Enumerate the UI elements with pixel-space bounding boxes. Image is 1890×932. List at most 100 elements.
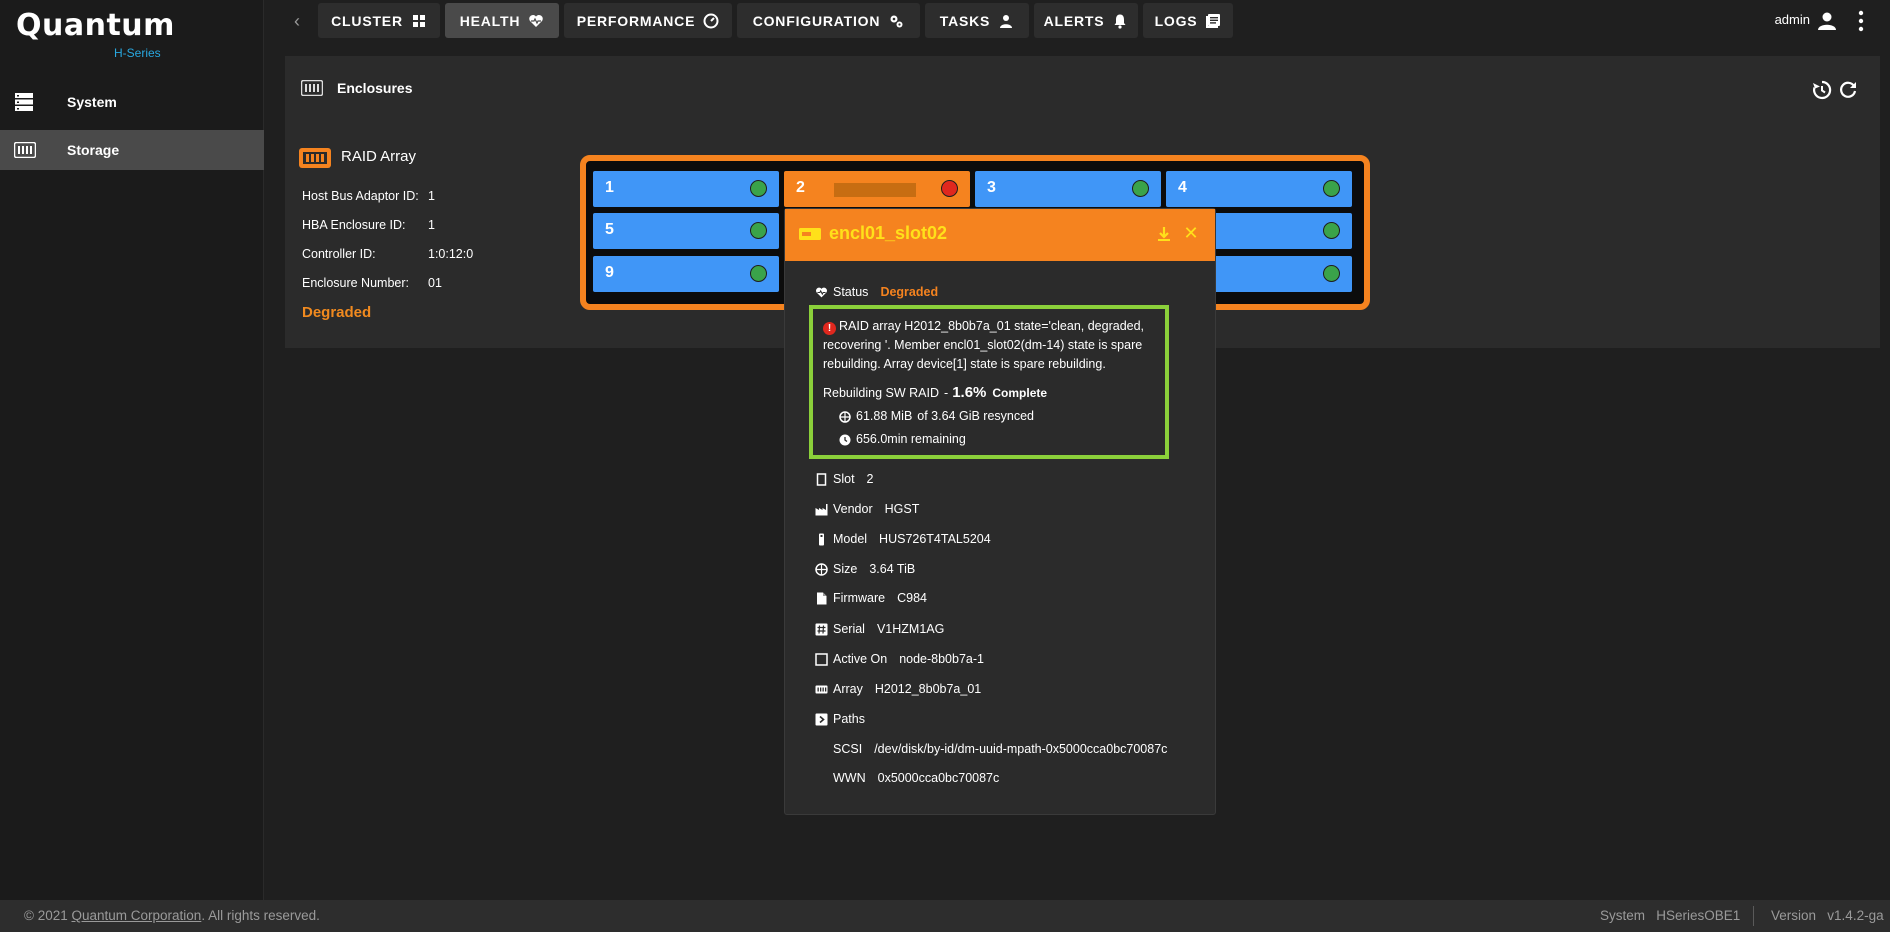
sidebar-item-label: System: [67, 94, 117, 110]
tab-configuration[interactable]: CONFIGURATION: [737, 3, 920, 38]
tab-label: LOGS: [1154, 12, 1198, 29]
cluster-icon: [412, 14, 425, 27]
version-info: Version v1.4.2-ga: [1771, 908, 1884, 923]
tab-alerts[interactable]: ALERTS: [1034, 3, 1138, 38]
factory-icon: [815, 503, 828, 515]
enclosure-number-row: Enclosure Number: 01: [302, 276, 442, 290]
sidebar-item-system[interactable]: System: [0, 82, 264, 122]
system-label: System: [1600, 908, 1646, 923]
field-value: HUS726T4TAL5204: [879, 532, 991, 546]
tab-label: CLUSTER: [331, 12, 403, 29]
array-icon: [815, 685, 828, 693]
chevron-left-icon[interactable]: ‹: [285, 9, 309, 33]
status-led-icon: [1323, 222, 1340, 239]
slot-3[interactable]: 3: [975, 171, 1161, 207]
tab-label: TASKS: [939, 12, 991, 29]
gears-icon: [890, 15, 903, 27]
field-label: Vendor: [833, 502, 873, 516]
tab-cluster[interactable]: CLUSTER: [318, 3, 440, 38]
hba-enclosure-id-row: HBA Enclosure ID: 1: [302, 218, 435, 232]
tab-logs[interactable]: LOGS: [1143, 3, 1233, 38]
field-label: Model: [833, 532, 868, 546]
version-label: Version: [1771, 908, 1817, 923]
close-icon[interactable]: ✕: [1181, 223, 1201, 243]
field-label: Enclosure Number:: [302, 276, 409, 290]
slot-number: 9: [605, 264, 614, 281]
raid-array-icon: [299, 148, 331, 168]
field-value: C984: [897, 591, 927, 605]
slot-9[interactable]: 9: [593, 256, 779, 292]
status-led-icon: [750, 222, 767, 239]
host-bus-adaptor-id-row: Host Bus Adaptor ID: 1: [302, 189, 435, 203]
panel-title: Enclosures: [337, 80, 413, 96]
remaining-text: 656.0min remaining: [856, 432, 966, 446]
drive-detail-popup: encl01_slot02 ✕ Status Degraded ! RAID ar…: [784, 208, 1216, 815]
rebuild-dash: -: [944, 386, 949, 400]
status-row: Status Degraded: [815, 285, 938, 299]
server-icon: [15, 93, 33, 111]
refresh-icon[interactable]: [1838, 80, 1858, 100]
time-remaining: 656.0min remaining: [839, 430, 966, 449]
sidebar-item-storage[interactable]: Storage: [0, 130, 264, 170]
person-icon: [1000, 14, 1013, 28]
panel-actions: [1812, 80, 1858, 100]
array-row: Array H2012_8b0b7a_01: [815, 682, 981, 696]
field-value: V1HZM1AG: [876, 622, 945, 636]
controller-id-row: Controller ID: 1:0:12:0: [302, 247, 473, 261]
field-label: Active On: [833, 652, 888, 666]
history-icon[interactable]: [1812, 80, 1832, 100]
status-led-icon: [1323, 265, 1340, 282]
slot-1[interactable]: 1: [593, 171, 779, 207]
slot-2[interactable]: 2: [784, 171, 970, 207]
wwn-row: WWN 0x5000cca0bc70087c: [833, 771, 999, 785]
popup-header: encl01_slot02 ✕: [785, 209, 1215, 261]
slot-number: 1: [605, 179, 614, 196]
alert-message: RAID array H2012_8b0b7a_01 state='clean,…: [823, 319, 1145, 371]
disk-icon: [815, 562, 828, 576]
rights-text: . All rights reserved.: [201, 908, 320, 923]
resync-progress: 61.88 MiB of 3.64 GiB resynced: [839, 407, 1034, 426]
status-led-icon: [1323, 180, 1340, 197]
field-label: Host Bus Adaptor ID:: [302, 189, 419, 203]
field-value: 2: [866, 472, 874, 486]
popup-title: encl01_slot02: [829, 223, 948, 243]
slot-4[interactable]: 4: [1166, 171, 1352, 207]
copyright-year: © 2021: [24, 908, 68, 923]
tab-label: ALERTS: [1043, 12, 1105, 29]
field-value: 01: [428, 276, 442, 290]
rebuild-complete: Complete: [992, 386, 1048, 400]
logs-icon: [1206, 13, 1221, 28]
serial-row: Serial V1HZM1AG: [815, 622, 944, 636]
paths-toggle[interactable]: Paths: [815, 712, 865, 726]
more-options-icon[interactable]: [1856, 10, 1866, 32]
logo-wordmark: Quantum: [16, 8, 175, 43]
size-row: Size 3.64 TiB: [815, 562, 915, 576]
firmware-row: Firmware C984: [815, 591, 927, 605]
disk-icon: [839, 410, 851, 423]
active-on-row: Active On node-8b0b7a-1: [815, 652, 984, 666]
field-value: 3.64 TiB: [869, 562, 916, 576]
company-link[interactable]: Quantum Corporation: [72, 908, 202, 923]
quantum-logo: Quantum H-Series: [16, 8, 175, 60]
square-icon: [815, 652, 828, 666]
slot-5[interactable]: 5: [593, 213, 779, 249]
download-icon[interactable]: [1155, 225, 1173, 243]
enclosure-icon: [301, 80, 323, 96]
tab-label: CONFIGURATION: [752, 12, 881, 29]
tab-tasks[interactable]: TASKS: [925, 3, 1029, 38]
version-value: v1.4.2-ga: [1827, 908, 1884, 923]
field-value: 1: [428, 189, 435, 203]
status-value: Degraded: [880, 285, 939, 299]
field-label: SCSI: [833, 742, 863, 756]
field-label: Status: [833, 285, 869, 299]
rebuild-alert-box: ! RAID array H2012_8b0b7a_01 state='clean…: [809, 305, 1169, 459]
logo-series: H-Series: [114, 46, 161, 60]
drive-icon: [819, 533, 824, 545]
file-icon: [817, 592, 827, 604]
tab-health[interactable]: HEALTH: [445, 3, 559, 38]
footer: © 2021 Quantum Corporation. All rights r…: [0, 900, 1890, 932]
user-account-icon[interactable]: [1816, 10, 1838, 32]
username[interactable]: admin: [1775, 12, 1810, 27]
tab-performance[interactable]: PERFORMANCE: [564, 3, 732, 38]
status-led-icon: [941, 180, 958, 197]
